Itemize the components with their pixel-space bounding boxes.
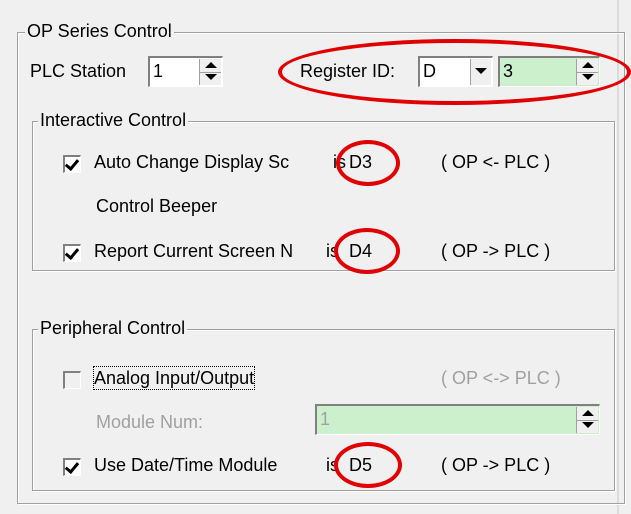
register-id-annotation-ellipse: [278, 39, 631, 105]
analog-io-label[interactable]: Analog Input/Output: [92, 366, 256, 390]
module-num-up-arrow-icon[interactable]: [577, 407, 598, 421]
report-screen-direction: ( OP -> PLC ): [441, 241, 551, 261]
plc-station-down-arrow-icon[interactable]: [200, 72, 221, 85]
d4-annotation-circle: [334, 228, 400, 274]
report-screen-checkbox[interactable]: [63, 244, 81, 262]
module-num-spinner[interactable]: 1: [315, 404, 600, 435]
plc-station-up-arrow-icon[interactable]: [200, 59, 221, 73]
date-time-direction: ( OP -> PLC ): [441, 455, 551, 475]
analog-io-checkbox[interactable]: [63, 371, 81, 389]
module-num-down-arrow-icon[interactable]: [577, 420, 598, 433]
plc-station-label: PLC Station: [30, 61, 127, 81]
auto-change-checkbox[interactable]: [63, 155, 81, 173]
d5-annotation-circle: [334, 442, 402, 488]
plc-station-spinner[interactable]: 1: [148, 56, 223, 87]
op-series-legend: OP Series Control: [25, 21, 174, 41]
d3-annotation-circle: [336, 140, 400, 186]
interactive-legend: Interactive Control: [38, 110, 189, 130]
auto-change-direction: ( OP <- PLC ): [441, 152, 551, 172]
control-beeper-label: Control Beeper: [96, 196, 218, 216]
check-icon: [64, 244, 80, 261]
plc-station-spin-buttons[interactable]: [199, 59, 221, 85]
date-time-label[interactable]: Use Date/Time Module: [94, 454, 277, 476]
analog-io-direction: ( OP <-> PLC ): [441, 368, 561, 388]
auto-change-label[interactable]: Auto Change Display Sc: [94, 151, 342, 173]
check-icon: [64, 155, 80, 172]
date-time-checkbox[interactable]: [63, 458, 81, 476]
module-num-label: Module Num:: [96, 412, 204, 432]
peripheral-legend: Peripheral Control: [38, 318, 188, 338]
report-screen-label[interactable]: Report Current Screen N: [94, 240, 326, 262]
module-num-value: 1: [320, 409, 331, 429]
module-num-spin-buttons[interactable]: [576, 407, 598, 433]
check-icon: [64, 458, 80, 475]
plc-station-value: 1: [153, 61, 164, 81]
